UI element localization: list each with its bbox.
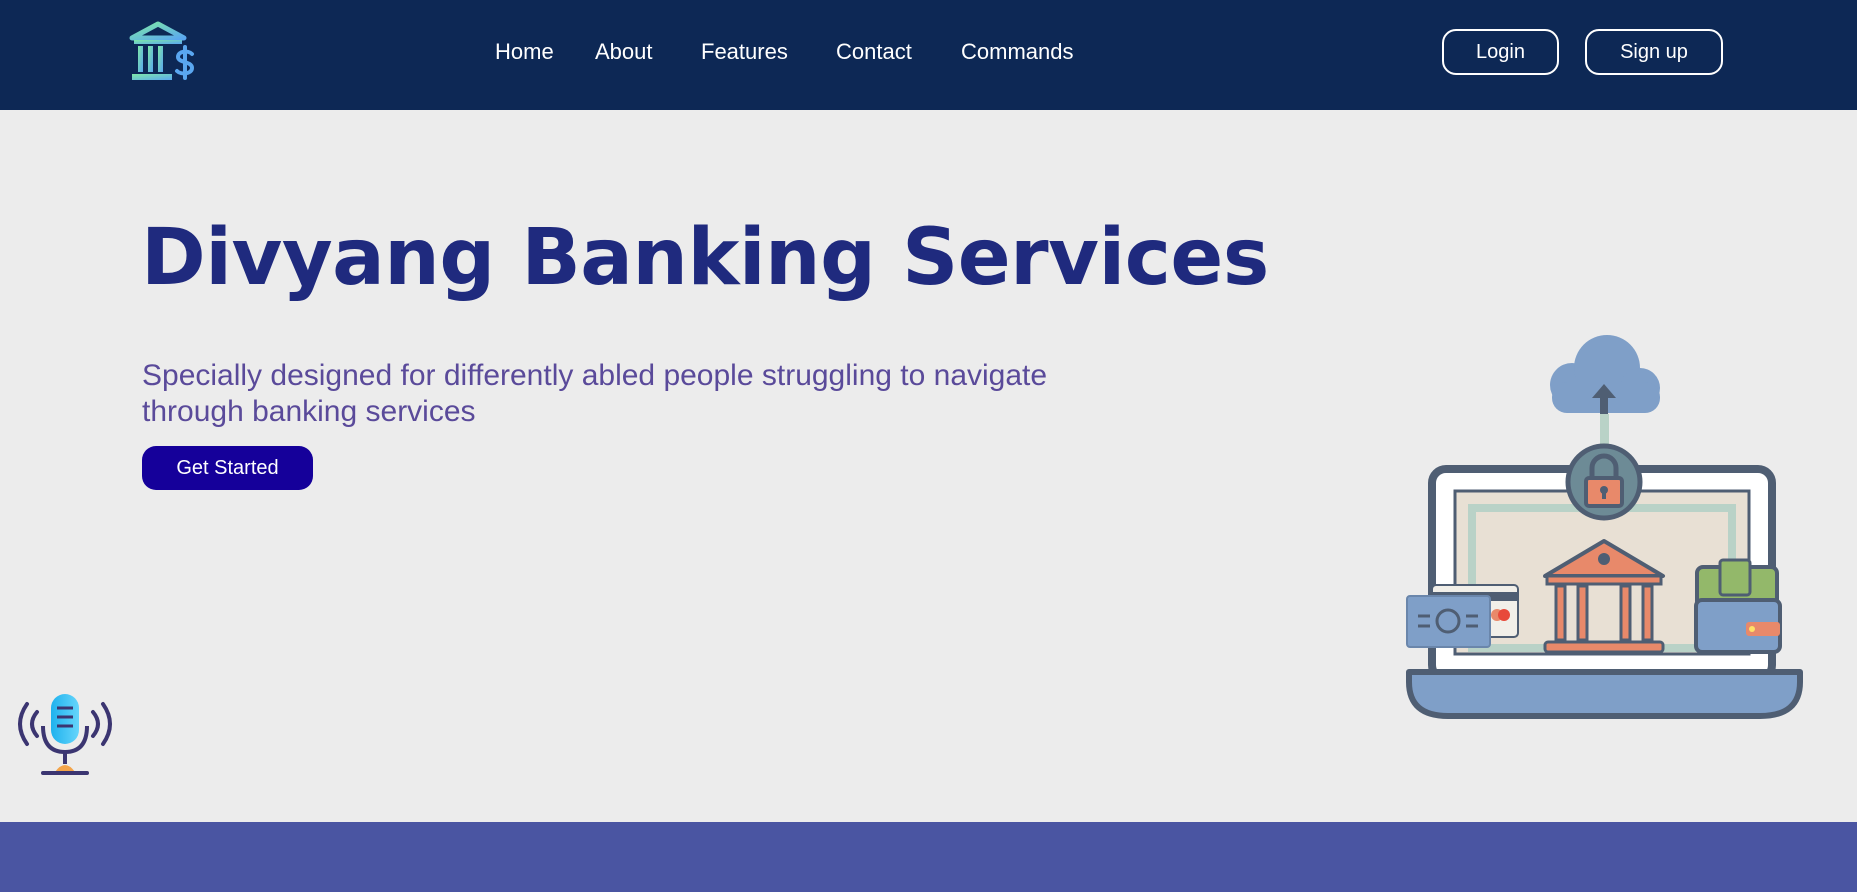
footer-band xyxy=(0,822,1857,892)
cloud-upload-icon xyxy=(1550,335,1660,416)
login-button[interactable]: Login xyxy=(1442,29,1559,75)
page-title: Divyang Banking Services xyxy=(141,213,1269,303)
nav-link-about[interactable]: About xyxy=(595,39,653,65)
wallet-icon xyxy=(1694,558,1782,654)
online-banking-laptop-icon xyxy=(1406,335,1803,719)
nav-link-features[interactable]: Features xyxy=(701,39,788,65)
microphone-icon[interactable] xyxy=(15,690,115,778)
padlock-icon xyxy=(1565,443,1643,521)
navbar: Home About Features Contact Commands Log… xyxy=(0,0,1857,110)
signup-button[interactable]: Sign up xyxy=(1585,29,1723,75)
nav-link-contact[interactable]: Contact xyxy=(836,39,912,65)
hero-subtitle: Specially designed for differently abled… xyxy=(142,359,1048,428)
credit-card-icon xyxy=(1406,584,1519,648)
bank-dollar-icon[interactable] xyxy=(128,20,198,88)
nav-link-home[interactable]: Home xyxy=(495,39,554,65)
nav-link-commands[interactable]: Commands xyxy=(961,39,1073,65)
get-started-button[interactable]: Get Started xyxy=(142,446,313,490)
